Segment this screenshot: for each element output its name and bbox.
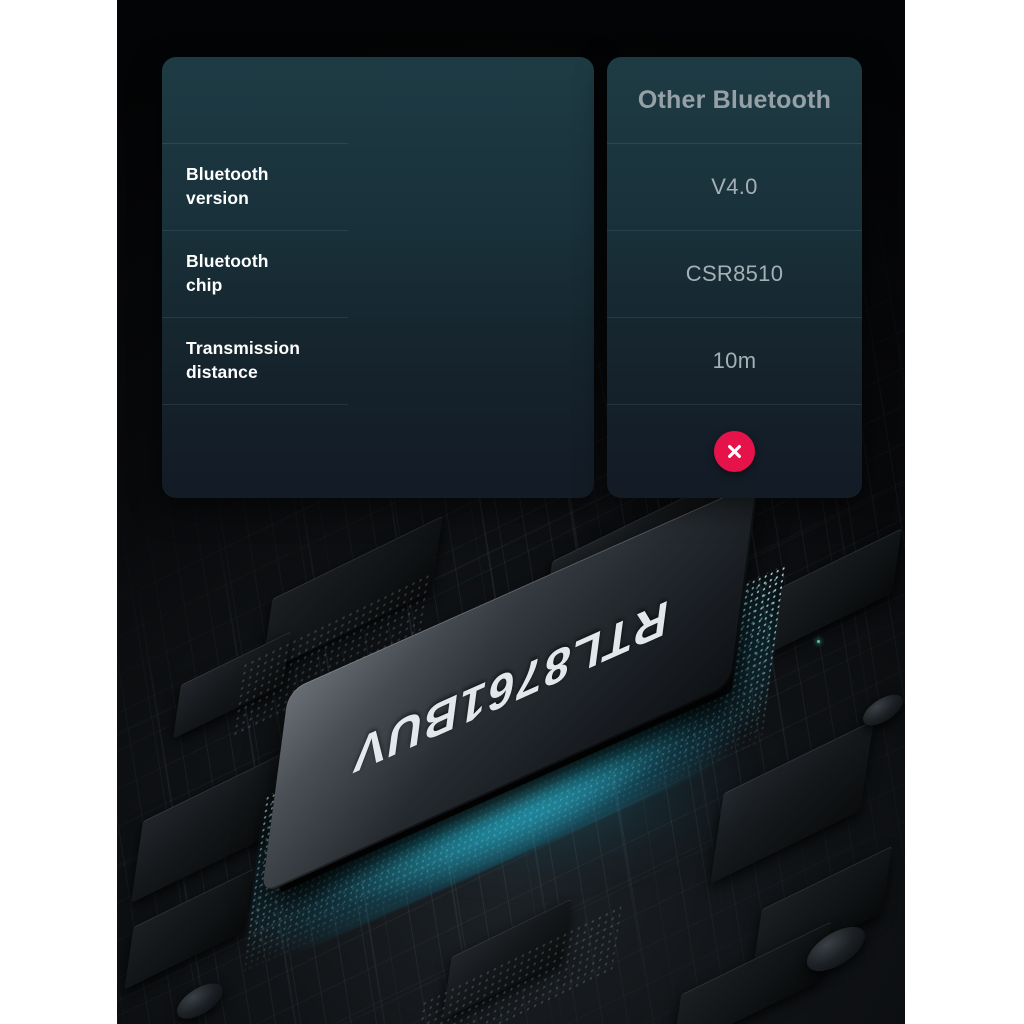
feature-header-cell xyxy=(162,57,348,144)
value-other-chip: CSR8510 xyxy=(685,261,784,286)
value-other-distance: 10m xyxy=(712,348,757,373)
feature-label-column: Bluetooth version Bluetooth chip Transmiss… xyxy=(162,57,348,498)
cross-circle-icon xyxy=(714,431,755,472)
product-image-canvas: RTL8761BUV Bluetooth version Bluetooth chi… xyxy=(117,0,905,1024)
verdict-label-cell xyxy=(162,405,348,498)
bluetooth5-panel: Bluetooth version Bluetooth chip Transmiss… xyxy=(162,57,594,498)
table-row-label: Bluetooth chip xyxy=(162,231,348,318)
other-header-cell: Other Bluetooth xyxy=(607,57,862,144)
row-label-chip: Bluetooth chip xyxy=(186,251,269,295)
other-bluetooth-panel: Other Bluetooth V4.0 CSR8510 10m xyxy=(607,57,862,498)
table-cell: 10m xyxy=(607,318,862,405)
verdict-other-cell xyxy=(607,405,862,498)
value-other-version: V4.0 xyxy=(711,174,758,199)
table-cell: V4.0 xyxy=(607,144,862,231)
comparison-table: Bluetooth version Bluetooth chip Transmiss… xyxy=(162,57,862,498)
screenshot-root: RTL8761BUV Bluetooth version Bluetooth chi… xyxy=(0,0,1024,1024)
table-row-label: Transmission distance xyxy=(162,318,348,405)
row-label-distance: Transmission distance xyxy=(186,338,301,382)
table-cell: CSR8510 xyxy=(607,231,862,318)
table-row-label: Bluetooth version xyxy=(162,144,348,231)
solder-glint xyxy=(817,640,820,643)
row-label-version: Bluetooth version xyxy=(186,164,269,208)
other-header-label: Other Bluetooth xyxy=(637,85,832,114)
bluetooth-chip-illustration: RTL8761BUV xyxy=(215,481,815,980)
